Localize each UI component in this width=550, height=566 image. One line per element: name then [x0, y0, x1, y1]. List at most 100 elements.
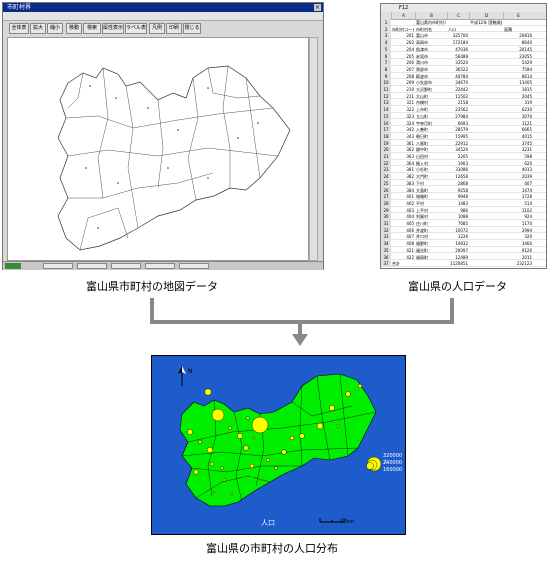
population-circle-misc-3 [212, 490, 216, 494]
start-button[interactable] [5, 263, 21, 269]
spreadsheet-row[interactable]: 4 202 高岡市 172184 8640 [381, 39, 546, 47]
spreadsheet-row[interactable]: 21 363 山田村 2205 598 [381, 153, 546, 160]
north-label: N [188, 368, 193, 375]
population-circle-uozu [316, 422, 324, 430]
spreadsheet-row[interactable]: 8 207 黒部市 36522 7594 [381, 65, 546, 73]
column-header[interactable]: A [391, 12, 415, 19]
result-map-graphic [178, 366, 382, 523]
result-caption: 富山県の市町村の人口分布 [206, 542, 338, 555]
spreadsheet-grid[interactable]: ABCDE1富山県内市町村人口平成12年 国勢調査2市町村コード市町村名人口面積… [381, 12, 546, 268]
scale-label: 10km [340, 519, 355, 525]
window-close-icon[interactable]: × [314, 4, 321, 11]
map-canvas[interactable] [7, 37, 309, 261]
spreadsheet-row[interactable]: 17 342 入善町 28579 6665 [381, 126, 546, 134]
legend-label-small: 160000 [383, 467, 403, 473]
spreadsheet-row[interactable]: 16 324 宇奈月町 6693 1121 [381, 119, 546, 127]
spreadsheet-row[interactable]: 20 362 婦中町 34520 3231 [381, 146, 546, 154]
spreadsheet-row[interactable]: 36 422 福岡町 12489 2011 [381, 253, 546, 261]
legend-circles [366, 456, 382, 472]
spreadsheet-cell[interactable] [470, 260, 502, 267]
spreadsheet-row[interactable]: 27 401 城端町 9948 3728 [381, 193, 546, 201]
column-header[interactable]: D [469, 12, 503, 19]
spreadsheet-cell[interactable] [416, 260, 446, 267]
population-circle-fuchu [243, 445, 249, 451]
population-circle-asahi [357, 384, 362, 389]
toolbar-button-search[interactable]: 検索 [83, 23, 101, 34]
column-header[interactable]: E [503, 12, 533, 19]
spreadsheet-row[interactable]: 31 405 庄川町 7085 1174 [381, 220, 546, 227]
population-circle-daimon [228, 426, 232, 430]
spreadsheet-row[interactable]: 32 406 井波町 10072 2994 [381, 226, 546, 234]
spreadsheet-row[interactable]: 34 408 福野町 14932 3460 [381, 240, 546, 248]
column-header[interactable]: C [447, 12, 469, 19]
toolbar-button-close[interactable]: 閉じる [183, 23, 201, 34]
population-circle-tateyama [281, 449, 287, 455]
spreadsheet-row[interactable]: 23 381 小杉町 33086 4013 [381, 166, 546, 174]
spreadsheet-row[interactable]: 35 421 福光町 20097 9126 [381, 246, 546, 254]
toolbar-button-zoom-out[interactable]: 縮小 [47, 23, 63, 34]
toolbar-button-print[interactable]: 印刷 [166, 23, 182, 34]
spreadsheet-cell[interactable]: 合計 [392, 260, 414, 267]
spreadsheet-row[interactable]: 30 404 利賀村 1088 924 [381, 213, 546, 221]
taskbar-app-3[interactable] [111, 263, 141, 269]
spreadsheet-row[interactable]: 18 343 朝日町 15995 4015 [381, 132, 546, 140]
spreadsheet-row[interactable]: 6 205 氷見市 56489 23055 [381, 52, 546, 60]
toolbar-button-zoom-in[interactable]: 拡大 [30, 23, 46, 34]
spreadsheet-row[interactable]: 2 市町村コード 市町村名 人口 面積 [381, 25, 546, 33]
spreadsheet-row[interactable]: 13 321 舟橋村 2158 319 [381, 99, 546, 107]
population-circle-unazuki [336, 424, 340, 428]
column-header[interactable]: B [415, 12, 447, 19]
spreadsheet-row[interactable]: 9 208 砺波市 40784 8614 [381, 72, 546, 80]
spreadsheet-row[interactable]: 10 209 小矢部市 34670 13405 [381, 79, 546, 87]
spreadsheet-row[interactable]: 14 322 上市町 23562 6230 [381, 106, 546, 114]
population-circle-oyabe [187, 429, 193, 435]
toolbar-button-legend[interactable]: 凡例 [149, 23, 165, 34]
spreadsheet-cell[interactable]: 232123 [504, 260, 532, 267]
taskbar-app-2[interactable] [77, 263, 107, 269]
spreadsheet-row[interactable]: 15 323 立山町 27984 3070 [381, 112, 546, 120]
spreadsheet-row[interactable]: 25 383 下村 2868 407 [381, 179, 546, 187]
population-circle-himi [204, 388, 212, 396]
toolbar-button-pan[interactable]: 移動 [66, 23, 82, 34]
population-circle-misc-2 [252, 436, 256, 440]
population-circle-shogawa [222, 478, 226, 482]
population-circle-kurobe [329, 405, 335, 411]
toolbar-button-labels[interactable]: ラベル表示 [125, 23, 147, 34]
toolbar-button-attributes[interactable]: 属性表示 [102, 23, 124, 34]
population-circle-yatsuo [249, 463, 255, 469]
population-distribution-map: N 320000人 240000 160000 人口 10km [151, 355, 406, 535]
spreadsheet-row[interactable]: 3 201 富山市 325700 20816 [381, 32, 546, 40]
toolbar-button-zoom-all[interactable]: 全体表示 [9, 23, 29, 34]
population-circle-namerikawa [299, 433, 305, 439]
spreadsheet-row[interactable]: 37 合計 1120851 232123 [381, 260, 546, 268]
population-circle-osawa [246, 416, 250, 420]
spreadsheet-row[interactable]: 22 364 細入村 1903 620 [381, 159, 546, 167]
taskbar-app-4[interactable] [145, 263, 175, 269]
spreadsheet-screenshot: F12 ABCDE1富山県内市町村人口平成12年 国勢調査2市町村コード市町村名… [380, 3, 547, 269]
population-circle-takaoka [211, 408, 225, 422]
row-number[interactable]: 37 [381, 260, 391, 268]
spreadsheet-row[interactable]: 5 204 魚津市 47036 20145 [381, 45, 546, 53]
spreadsheet-row[interactable]: 29 403 上平村 986 1102 [381, 206, 546, 214]
spreadsheet-row[interactable]: 33 407 井口村 1226 320 [381, 233, 546, 241]
taskbar-app-1[interactable] [43, 263, 73, 269]
spreadsheet-row[interactable]: 7 206 滑川市 33520 5429 [381, 59, 546, 67]
flow-arrow [150, 298, 454, 346]
spreadsheet-row[interactable]: 12 211 大山町 11502 2045 [381, 92, 546, 100]
spreadsheet-row[interactable]: 19 361 八尾町 22912 3745 [381, 139, 546, 147]
spreadsheet-row[interactable]: 26 384 大島町 9258 1474 [381, 186, 546, 194]
population-circle-inami [220, 466, 224, 470]
spreadsheet-row[interactable]: 28 402 平村 1483 514 [381, 199, 546, 207]
population-circle-misc-1 [234, 416, 238, 420]
map-vertical-scrollbar[interactable] [309, 37, 318, 261]
spreadsheet-row[interactable]: 1富山県内市町村人口平成12年 国勢調査 [381, 19, 546, 26]
map-window-menubar [3, 12, 323, 21]
map-label-population: 人口 [261, 519, 275, 527]
spreadsheet-row[interactable]: 11 210 大沢野町 22442 1815 [381, 86, 546, 93]
population-circle-toyama [251, 416, 269, 434]
population-circle-kosugi [237, 433, 243, 439]
spreadsheet-cell[interactable]: 1120851 [448, 260, 468, 267]
taskbar-app-5[interactable] [179, 263, 209, 269]
spreadsheet-row[interactable]: 24 382 大門町 12658 2039 [381, 173, 546, 181]
taskbar [3, 261, 323, 270]
